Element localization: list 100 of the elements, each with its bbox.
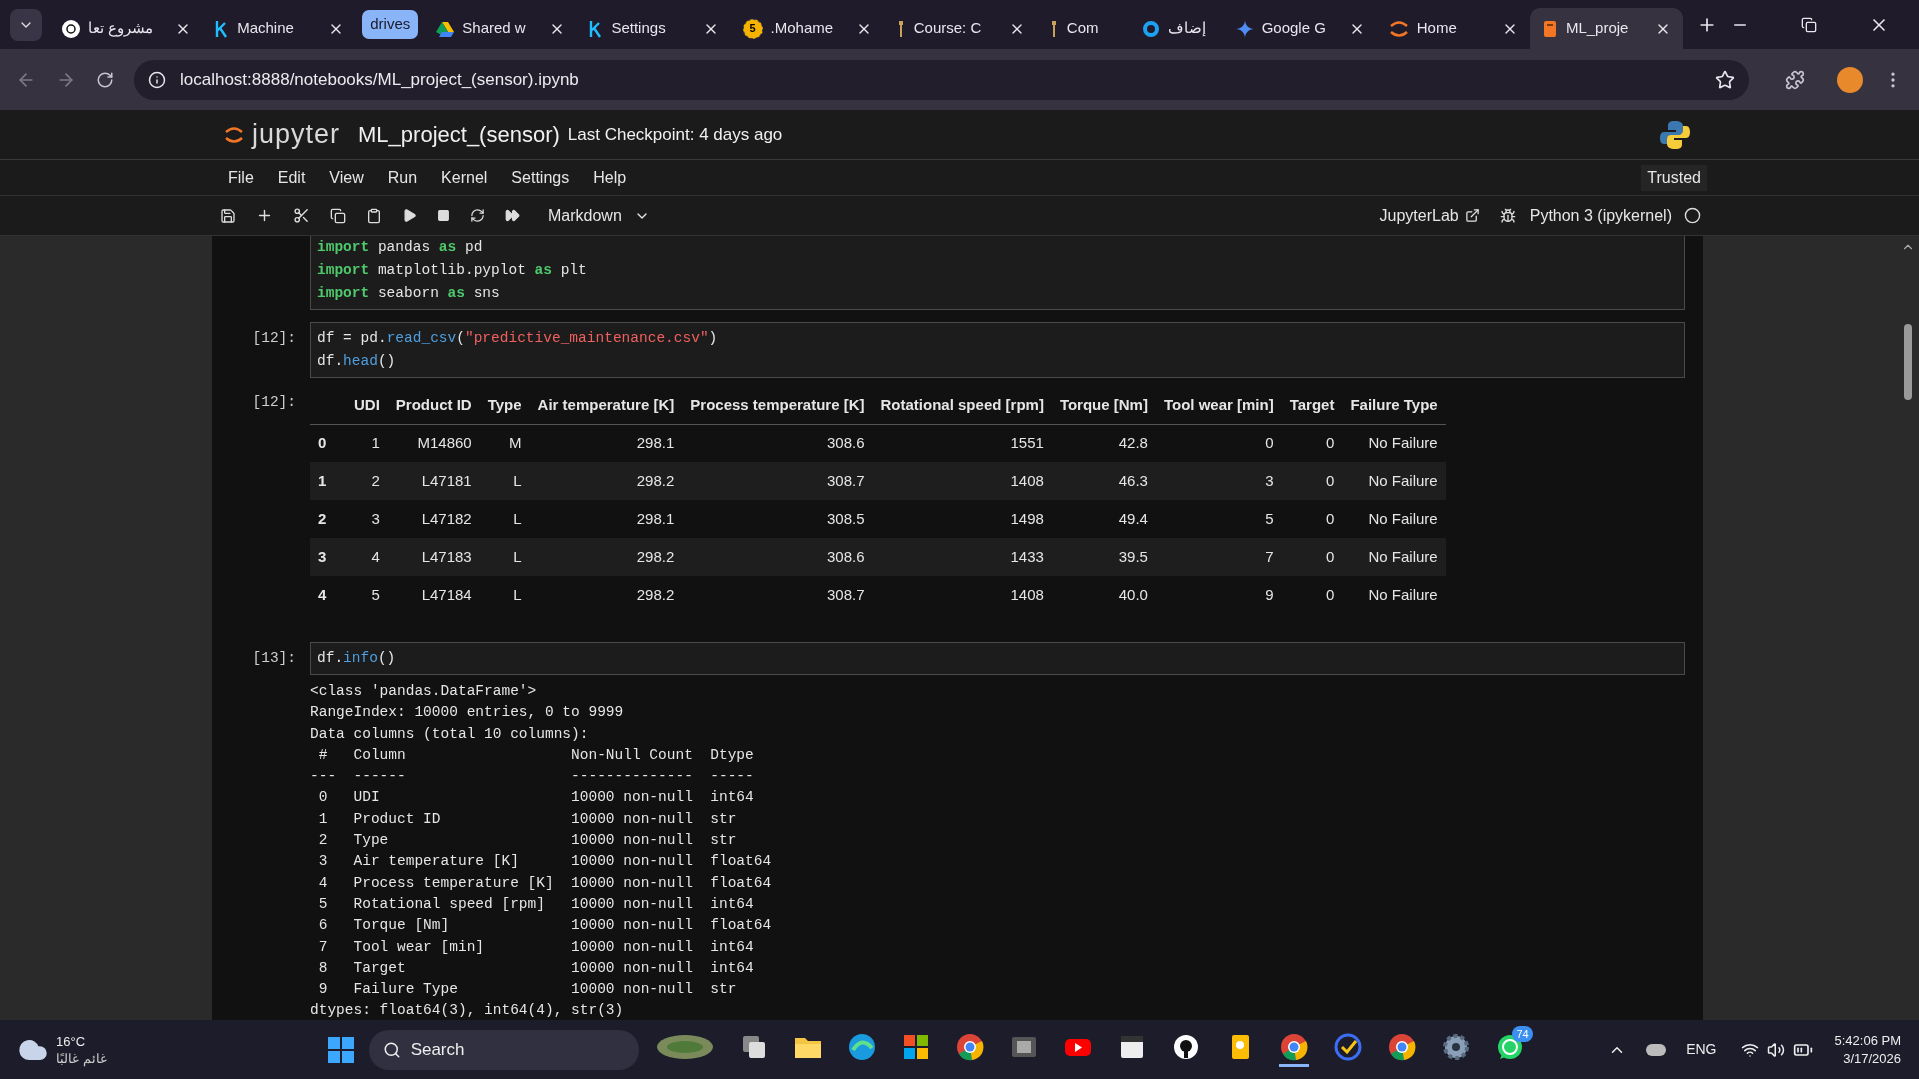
cell-type-dropdown[interactable]: Markdown [548,203,650,228]
notebook-title[interactable]: ML_project_(sensor) [358,118,560,151]
table-cell: 298.2 [529,462,683,500]
save-icon[interactable] [220,207,236,224]
clock-time[interactable]: 5:42:06 PM [1834,1031,1901,1050]
browser-tab[interactable]: Shared w [424,8,578,49]
output-line: RangeIndex: 10000 entries, 0 to 9999 [310,703,625,723]
browser-tab[interactable]: إضاف [1130,8,1224,49]
column-header: UDI [346,386,388,424]
menu-item[interactable]: Run [387,165,418,190]
chrome-icon[interactable] [954,1032,985,1062]
extensions-icon[interactable] [1785,69,1805,90]
orbit-icon [1388,19,1409,38]
table-cell: 0 [1281,462,1343,500]
menu-item[interactable]: Help [593,165,627,190]
menu-item[interactable]: View [329,165,364,190]
check-icon[interactable] [1332,1032,1363,1062]
reload-icon[interactable] [96,70,114,89]
k-letter-icon [589,19,604,38]
tab-title: Shared w [462,18,527,39]
menu-item[interactable]: Settings [511,165,570,190]
code-line: import seaborn as sns [317,284,501,303]
table-cell: 7 [1155,538,1282,576]
output-line: 1 Product ID 10000 non-null str [317,809,738,829]
table-cell: 49.4 [1051,500,1156,538]
tab-group-chip[interactable]: drives [362,10,419,39]
browser-tab[interactable]: Settings [577,8,731,49]
restart-icon[interactable] [470,208,485,223]
stadium-icon[interactable] [654,1032,715,1062]
output-line: 7 Tool wear [min] 10000 non-null int64 [317,937,755,957]
table-cell: 1551 [872,424,1052,462]
table-cell: 0 [1281,424,1343,462]
volume-icon[interactable] [1766,1040,1785,1059]
table-cell: 42.8 [1051,424,1156,462]
orbit-icon [224,125,244,144]
code-cell-input[interactable]: import pandas as pd import matplotlib.pyplot as plt import seaborn as sns [310,236,1685,310]
column-header: Process temperature [K] [682,386,873,424]
table-cell: 308.5 [682,500,873,538]
table-cell: 1 [346,424,388,462]
gear-icon[interactable] [1440,1032,1471,1062]
browser-tab[interactable]: 5 .Mohame [730,8,884,49]
bug-icon[interactable] [1499,207,1516,224]
jupyterlab-link[interactable]: JupyterLab [1379,203,1480,228]
add-cell-icon[interactable] [256,207,273,224]
copy-icon[interactable] [330,207,346,224]
column-header: Air temperature [K] [529,386,683,424]
output-line: 3 Air temperature [K] 10000 non-null float64 [317,852,772,872]
code-line: import pandas as pd [317,238,484,257]
table-cell: M [479,424,530,462]
tab-badge: 5 [742,18,763,39]
weather-text: غائم غالبًا [56,1049,107,1067]
restore-icon[interactable] [1801,16,1818,33]
table-cell: No Failure [1342,500,1446,538]
cut-icon[interactable] [293,207,310,224]
tab-search-button[interactable] [10,8,42,41]
profile-avatar[interactable] [1837,66,1863,93]
table-cell: 39.5 [1051,538,1156,576]
windows-start-icon[interactable] [326,1035,355,1064]
chrome-icon[interactable] [1278,1032,1309,1062]
scroll-thumb[interactable] [1904,324,1912,400]
chrome-icon[interactable] [1386,1032,1417,1062]
code-cell-input[interactable]: df.info() [310,642,1685,675]
code-line: df.head() [317,352,397,371]
jupyter-logo-text[interactable]: jupyter [252,114,341,155]
output-line: 0 UDI 10000 non-null int64 [317,788,755,808]
tab-title: Home [1416,18,1458,39]
language-indicator[interactable]: ENG [1686,1039,1717,1060]
browser-tab[interactable]: Course: C [883,8,1037,49]
paste-icon[interactable] [366,207,382,224]
browser-tab[interactable]: Com [1036,8,1131,49]
menu-item[interactable]: Edit [277,165,306,190]
bookmark-star-icon[interactable] [1715,69,1735,90]
triangle-icon [436,20,455,37]
table-cell: No Failure [1342,538,1446,576]
output-line: 6 Torque [Nm] 10000 non-null float64 [317,916,772,936]
wave-icon[interactable] [846,1032,877,1062]
run-icon[interactable] [402,208,417,223]
browser-tab[interactable]: Google G [1223,8,1377,49]
clock-date[interactable]: 3/17/2026 [1843,1049,1901,1068]
table-cell: 1498 [872,500,1052,538]
kernel-name[interactable]: Python 3 (ipykernel) [1529,203,1672,228]
browser-tab[interactable]: مشروع تعا [50,8,204,49]
table-cell: 0 [1281,538,1343,576]
browser-tab[interactable]: Home [1376,8,1530,49]
trusted-indicator[interactable]: Trusted [1641,164,1707,191]
onedrive-icon[interactable] [1646,1043,1667,1056]
fast-forward-icon[interactable] [505,208,520,223]
browser-tab[interactable]: Machine [203,8,357,49]
menu-item[interactable]: Kernel [441,165,488,190]
menu-item[interactable]: File [228,165,254,190]
stop-icon[interactable] [437,209,450,222]
column-header: Torque [Nm] [1051,386,1156,424]
address-field[interactable]: localhost:8888/notebooks/ML_project_(sensor).ipynb [134,59,1749,100]
output-line: # Column Non-Null Count Dtype [317,745,755,765]
code-cell-input[interactable]: df = pd.read_csv("predictive_maintenance.csv") df.head() [310,322,1685,378]
column-header: Tool wear [min] [1155,386,1282,424]
browser-tab[interactable]: ML_proje [1529,8,1684,49]
row-index: 4 [310,576,346,614]
search-field[interactable]: Search [368,1029,639,1070]
info-icon[interactable] [148,70,166,89]
